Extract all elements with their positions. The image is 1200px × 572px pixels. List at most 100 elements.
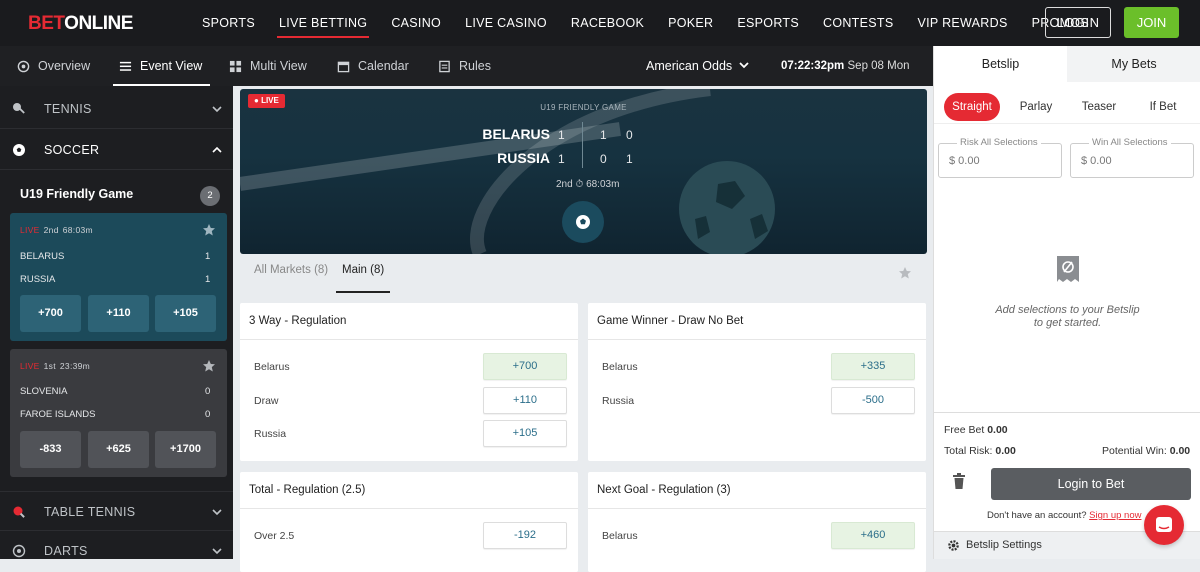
bet-type-parlay[interactable]: Parlay	[1010, 93, 1062, 121]
market-row: Belarus +335	[588, 353, 926, 383]
sidebar-item-table-tennis[interactable]: TABLE TENNIS	[0, 491, 233, 531]
bet-type-teaser[interactable]: Teaser	[1072, 93, 1126, 121]
odds-button-home[interactable]: -833	[20, 431, 81, 468]
sidebar-item-label: TENNIS	[44, 102, 92, 116]
sidebar-item-label: DARTS	[44, 544, 88, 558]
market-3-way-regulation: 3 Way - Regulation Belarus +700 Draw +110 …	[240, 303, 578, 461]
grid-icon	[229, 60, 242, 72]
tab-all-markets[interactable]: All Markets (8)	[254, 264, 328, 276]
selection-name: Over 2.5	[254, 530, 295, 542]
win-all-field[interactable]: Win All Selections $ 0.00	[1070, 137, 1194, 178]
odds-button[interactable]: -500	[831, 387, 915, 414]
odds-button[interactable]: +700	[483, 353, 567, 380]
chevron-down-icon	[212, 106, 222, 113]
nav-live-betting[interactable]: LIVE BETTING	[267, 0, 379, 46]
signup-prompt: Don't have an account? Sign up now	[987, 510, 1142, 521]
odds-button-home[interactable]: +700	[20, 295, 81, 332]
nav-sports[interactable]: SPORTS	[190, 0, 267, 46]
nav-esports[interactable]: ESPORTS	[725, 0, 811, 46]
trash-icon[interactable]	[951, 472, 967, 490]
odds-button-away[interactable]: +1700	[155, 431, 216, 468]
tab-multi-view[interactable]: Multi View	[229, 46, 307, 86]
odds-button-draw[interactable]: +625	[88, 431, 149, 468]
calendar-icon	[337, 61, 350, 72]
nav-casino[interactable]: CASINO	[379, 0, 453, 46]
market-row: Russia +105	[240, 420, 578, 450]
chevron-up-icon	[212, 146, 222, 153]
tab-event-view[interactable]: Event View	[112, 46, 211, 86]
win-all-value: $ 0.00	[1081, 155, 1112, 167]
odds-button[interactable]: +110	[483, 387, 567, 414]
match-clock: 2nd ⏱ 68:03m	[556, 179, 620, 190]
market-row: Belarus +460	[588, 522, 926, 552]
nav-racebook[interactable]: RACEBOOK	[559, 0, 656, 46]
odds-button[interactable]: +335	[831, 353, 915, 380]
competition-label: U19 FRIENDLY GAME	[540, 103, 627, 112]
odds-button[interactable]: +460	[831, 522, 915, 549]
market-row: Draw +110	[240, 387, 578, 417]
event-card-selected[interactable]: LIVE 2nd 68:03m BELARUS 1 RUSSIA 1 +700 +1…	[10, 213, 227, 341]
chevron-down-icon[interactable]	[737, 58, 751, 72]
sidebar-item-label: SOCCER	[44, 143, 100, 157]
tab-multi-view-label: Multi View	[250, 59, 307, 73]
market-title: Game Winner - Draw No Bet	[588, 303, 926, 340]
sign-up-link[interactable]: Sign up now	[1089, 510, 1141, 521]
market-title: 3 Way - Regulation	[240, 303, 578, 340]
tab-event-view-label: Event View	[140, 59, 203, 73]
sidebar-item-soccer[interactable]: SOCCER	[0, 130, 233, 170]
empty-ticket-icon	[1057, 256, 1079, 282]
tab-overview[interactable]: Overview	[17, 46, 90, 86]
potential-win-row: Potential Win: 0.00	[1102, 445, 1191, 457]
sidebar-item-tennis[interactable]: TENNIS	[0, 89, 233, 129]
favorite-star-icon[interactable]	[898, 266, 912, 280]
home-team: SLOVENIA	[20, 386, 68, 397]
market-title: Next Goal - Regulation (3)	[588, 472, 926, 509]
home-half1-score: 1	[600, 128, 607, 142]
away-score: 0	[205, 409, 211, 420]
soccer-icon-button[interactable]	[562, 201, 604, 243]
login-to-bet-button[interactable]: Login to Bet	[991, 468, 1191, 500]
odds-button-draw[interactable]: +110	[88, 295, 149, 332]
sidebar-item-label: TABLE TENNIS	[44, 505, 136, 519]
selection-name: Draw	[254, 395, 279, 407]
bet-type-selector: Straight Parlay Teaser If Bet	[934, 90, 1200, 124]
stopwatch-icon: ⏱	[575, 179, 584, 190]
table-tennis-icon	[13, 506, 25, 518]
nav-vip-rewards[interactable]: VIP REWARDS	[905, 0, 1019, 46]
live-indicator: LIVE 1st 23:39m	[20, 361, 91, 371]
chat-icon	[1156, 517, 1172, 532]
odds-button[interactable]: +105	[483, 420, 567, 447]
odds-format-select[interactable]: American Odds	[646, 46, 732, 86]
nav-live-casino[interactable]: LIVE CASINO	[453, 0, 559, 46]
darts-icon	[12, 544, 26, 558]
main-content: ● LIVE U19 FRIENDLY GAME BELARUS RUSSIA …	[233, 86, 933, 572]
bet-type-straight[interactable]: Straight	[944, 93, 1000, 121]
tab-calendar[interactable]: Calendar	[337, 46, 409, 86]
sports-sidebar: TENNIS SOCCER U19 Friendly Game 2 LIVE 2n…	[0, 86, 233, 559]
market-game-winner-draw-no-bet: Game Winner - Draw No Bet Belarus +335 Ru…	[588, 303, 926, 461]
tab-my-bets[interactable]: My Bets	[1067, 46, 1200, 82]
away-total-score: 1	[558, 152, 565, 166]
soccer-ball-icon	[576, 215, 590, 229]
favorite-star-icon[interactable]	[202, 359, 216, 373]
odds-button[interactable]: -192	[483, 522, 567, 549]
favorite-star-icon[interactable]	[202, 223, 216, 237]
bet-type-if-bet[interactable]: If Bet	[1138, 93, 1188, 121]
clock-time: 07:22:32pm	[781, 60, 845, 72]
risk-all-field[interactable]: Risk All Selections $ 0.00	[938, 137, 1062, 178]
nav-contests[interactable]: CONTESTS	[811, 0, 905, 46]
tab-main-markets[interactable]: Main (8)	[335, 264, 391, 293]
tab-rules[interactable]: Rules	[438, 46, 491, 86]
join-button[interactable]: JOIN	[1124, 7, 1179, 38]
event-card[interactable]: LIVE 1st 23:39m SLOVENIA 0 FAROE ISLANDS 0…	[10, 349, 227, 477]
away-team: RUSSIA	[20, 274, 56, 285]
market-next-goal-regulation: Next Goal - Regulation (3) Belarus +460	[588, 472, 926, 572]
tab-betslip[interactable]: Betslip	[934, 46, 1067, 82]
betonline-logo[interactable]: BETONLINE	[28, 13, 133, 35]
login-button[interactable]: LOGIN	[1045, 7, 1111, 38]
sidebar-item-darts[interactable]: DARTS	[0, 531, 233, 559]
away-team-name: RUSSIA	[497, 150, 550, 166]
nav-poker[interactable]: POKER	[656, 0, 725, 46]
chat-support-button[interactable]	[1144, 505, 1184, 545]
odds-button-away[interactable]: +105	[155, 295, 216, 332]
